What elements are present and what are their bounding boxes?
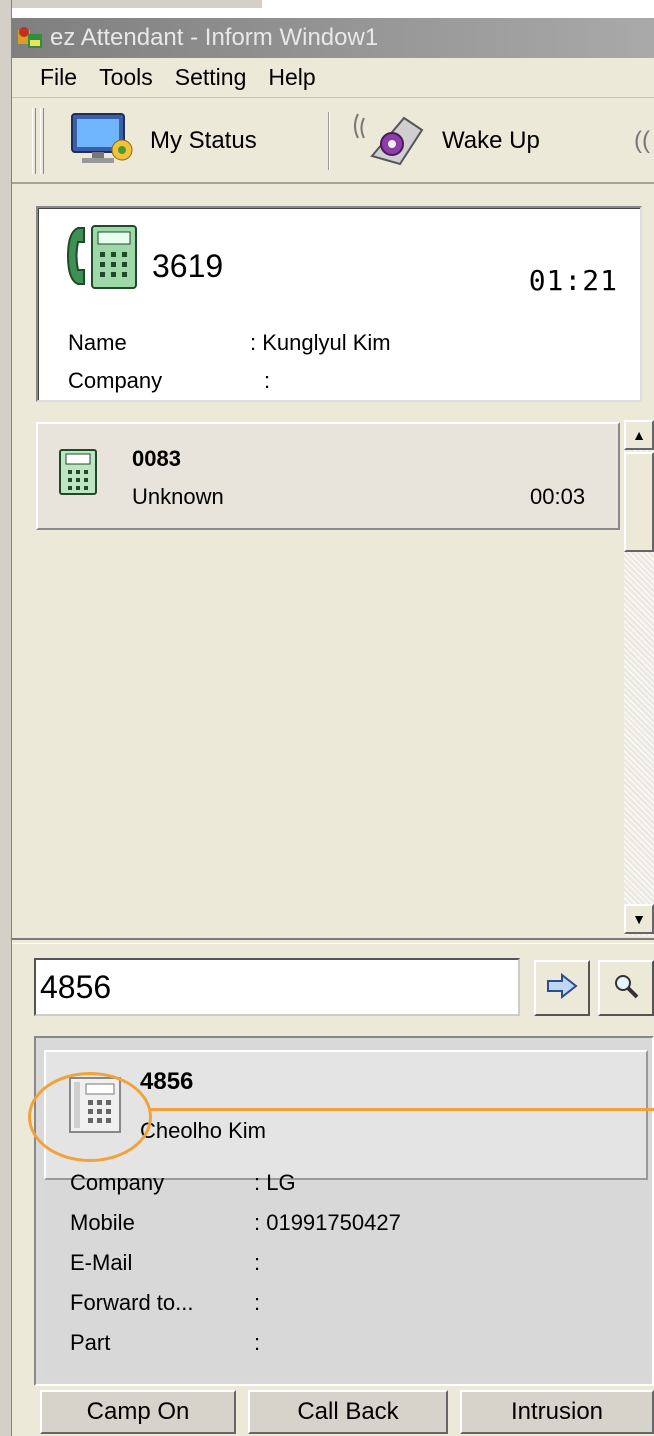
toolbar-grip-2 bbox=[40, 108, 44, 174]
detail-forward-value: : bbox=[254, 1290, 261, 1315]
detail-company-value: : LG bbox=[254, 1170, 296, 1195]
intrusion-button[interactable]: Intrusion bbox=[460, 1390, 654, 1434]
active-call-extension: 3619 bbox=[152, 248, 224, 284]
queue-scrollbar-thumb[interactable] bbox=[624, 452, 654, 552]
monitor-status-icon bbox=[68, 110, 144, 173]
toolbar-grip[interactable] bbox=[32, 108, 36, 174]
detail-company-label: Company bbox=[70, 1170, 165, 1195]
phone-icon bbox=[58, 448, 98, 501]
company-label: Company bbox=[68, 368, 163, 393]
menu-help[interactable]: Help bbox=[268, 64, 315, 91]
my-status-label: My Status bbox=[150, 127, 257, 154]
toolbar-overflow-button[interactable]: (( bbox=[634, 110, 650, 172]
highlight-pointer-line bbox=[150, 1108, 654, 1111]
window-title: ez Attendant - Inform Window1 bbox=[50, 24, 379, 51]
panel-splitter[interactable] bbox=[12, 938, 654, 944]
queue-item-extension: 0083 bbox=[132, 446, 181, 471]
queue-item-name: Unknown bbox=[132, 484, 224, 509]
magnifier-icon bbox=[612, 972, 640, 1005]
detail-email-value: : bbox=[254, 1250, 261, 1275]
arrow-right-icon bbox=[546, 972, 578, 1004]
wake-up-label: Wake Up bbox=[442, 127, 540, 154]
wake-up-button[interactable]: Wake Up bbox=[352, 110, 540, 172]
queue-item[interactable] bbox=[36, 422, 620, 530]
toolbar-overflow-label: (( bbox=[634, 127, 650, 154]
detail-forward-label: Forward to... bbox=[70, 1290, 194, 1315]
go-button[interactable] bbox=[534, 960, 590, 1016]
detail-extension: 4856 bbox=[140, 1068, 194, 1095]
company-value: : bbox=[264, 368, 271, 393]
detail-part-label: Part bbox=[70, 1330, 111, 1355]
green-phone-icon bbox=[62, 224, 142, 295]
detail-mobile-value: : 01991750427 bbox=[254, 1210, 401, 1235]
window-top-frame bbox=[12, 0, 654, 18]
call-back-button[interactable]: Call Back bbox=[248, 1390, 448, 1434]
alarm-phone-icon bbox=[352, 110, 432, 173]
menu-tools[interactable]: Tools bbox=[99, 64, 153, 91]
name-label: Name bbox=[68, 330, 127, 355]
search-input[interactable] bbox=[34, 958, 520, 1016]
active-call-duration: 01:21 bbox=[528, 264, 618, 297]
toolbar-separator bbox=[328, 112, 330, 170]
toolbar: My Status Wake Up (( bbox=[12, 98, 654, 184]
detail-name: Cheolho Kim bbox=[140, 1118, 266, 1143]
scroll-up-arrow-icon[interactable]: ▲ bbox=[624, 420, 654, 450]
window-left-frame bbox=[0, 0, 12, 1436]
search-button[interactable] bbox=[598, 960, 654, 1016]
menu-setting[interactable]: Setting bbox=[175, 64, 247, 91]
my-status-button[interactable]: My Status bbox=[68, 110, 257, 172]
detail-mobile-label: Mobile bbox=[70, 1210, 135, 1235]
highlight-circle bbox=[28, 1072, 152, 1162]
camp-on-button[interactable]: Camp On bbox=[40, 1390, 236, 1434]
app-icon bbox=[16, 24, 44, 52]
name-value: : Kunglyul Kim bbox=[250, 330, 391, 355]
menu-file[interactable]: File bbox=[40, 64, 77, 91]
title-bar[interactable]: ez Attendant - Inform Window1 bbox=[12, 18, 654, 58]
detail-part-value: : bbox=[254, 1330, 261, 1355]
scroll-down-arrow-icon[interactable]: ▼ bbox=[624, 904, 654, 934]
detail-email-label: E-Mail bbox=[70, 1250, 133, 1275]
queue-item-duration: 00:03 bbox=[530, 484, 586, 509]
menu-bar: File Tools Setting Help bbox=[12, 58, 654, 98]
